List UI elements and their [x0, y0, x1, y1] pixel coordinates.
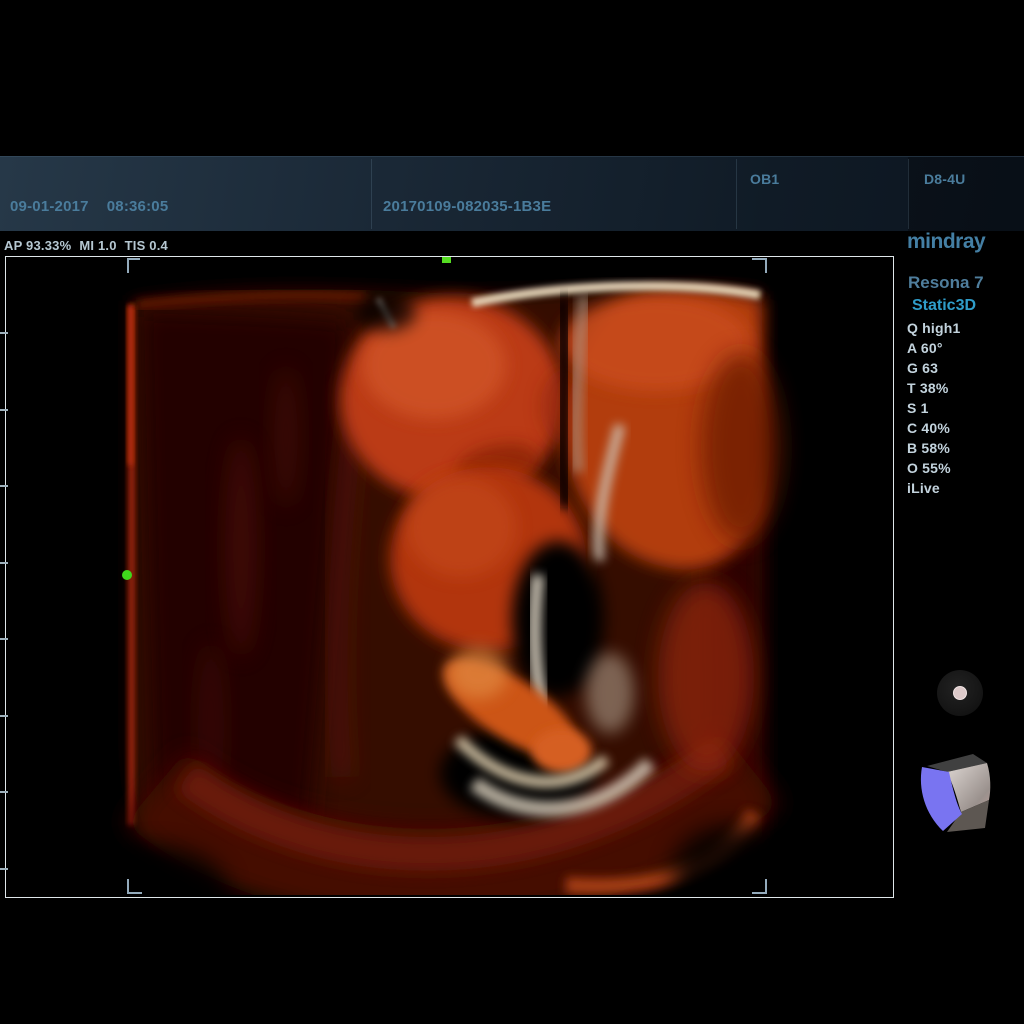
imaging-mode: Static3D	[912, 297, 976, 315]
param-ilive: iLive	[907, 478, 961, 498]
render-parameter-list: Q high1 A 60° G 63 T 38% S 1 C 40% B 58%…	[907, 318, 961, 498]
thermal-index-value: TIS 0.4	[125, 238, 168, 253]
param-quality: Q high1	[907, 318, 961, 338]
trackball-indicator	[937, 670, 983, 716]
system-name: Resona 7	[908, 273, 984, 293]
acoustic-power-value: AP 93.33%	[4, 238, 71, 253]
image-display-area[interactable]	[5, 256, 894, 898]
depth-ruler-tick	[0, 868, 8, 870]
exam-time: 08:36:05	[107, 198, 169, 215]
param-smooth: S 1	[907, 398, 961, 418]
exam-preset: OB1	[750, 171, 779, 187]
param-threshold: T 38%	[907, 378, 961, 398]
depth-ruler-tick	[0, 485, 8, 487]
volume-render	[6, 257, 891, 895]
header-separator	[908, 159, 909, 229]
acoustic-status-line: AP 93.33% MI 1.0 TIS 0.4	[4, 238, 176, 253]
depth-ruler-tick	[0, 562, 8, 564]
header-right-shade	[908, 157, 1024, 231]
header-separator	[736, 159, 737, 229]
exam-date: 09-01-2017	[10, 198, 89, 215]
param-opacity: O 55%	[907, 458, 961, 478]
depth-ruler-tick	[0, 715, 8, 717]
param-brightness: B 58%	[907, 438, 961, 458]
depth-ruler-tick	[0, 409, 8, 411]
depth-ruler-tick	[0, 791, 8, 793]
mechanical-index-value: MI 1.0	[79, 238, 116, 253]
voi-orientation-cube-icon	[913, 748, 997, 836]
trackball-dot-icon	[953, 686, 967, 700]
header-bar	[0, 156, 1024, 231]
param-contrast: C 40%	[907, 418, 961, 438]
param-angle: A 60°	[907, 338, 961, 358]
exam-datetime: 09-01-2017 08:36:05	[10, 198, 168, 215]
depth-ruler-tick	[0, 638, 8, 640]
ultrasound-screen: 09-01-201708:36:05 20170109-082035-1B3E …	[0, 0, 1024, 1024]
reference-marker-dot	[122, 570, 132, 580]
header-separator	[371, 159, 372, 229]
mindray-logo: mindray	[907, 230, 985, 254]
orientation-marker-square	[442, 257, 451, 263]
exam-id: 20170109-082035-1B3E	[383, 198, 551, 215]
transducer-model: D8-4U	[924, 171, 965, 187]
depth-ruler-tick	[0, 332, 8, 334]
param-gain: G 63	[907, 358, 961, 378]
